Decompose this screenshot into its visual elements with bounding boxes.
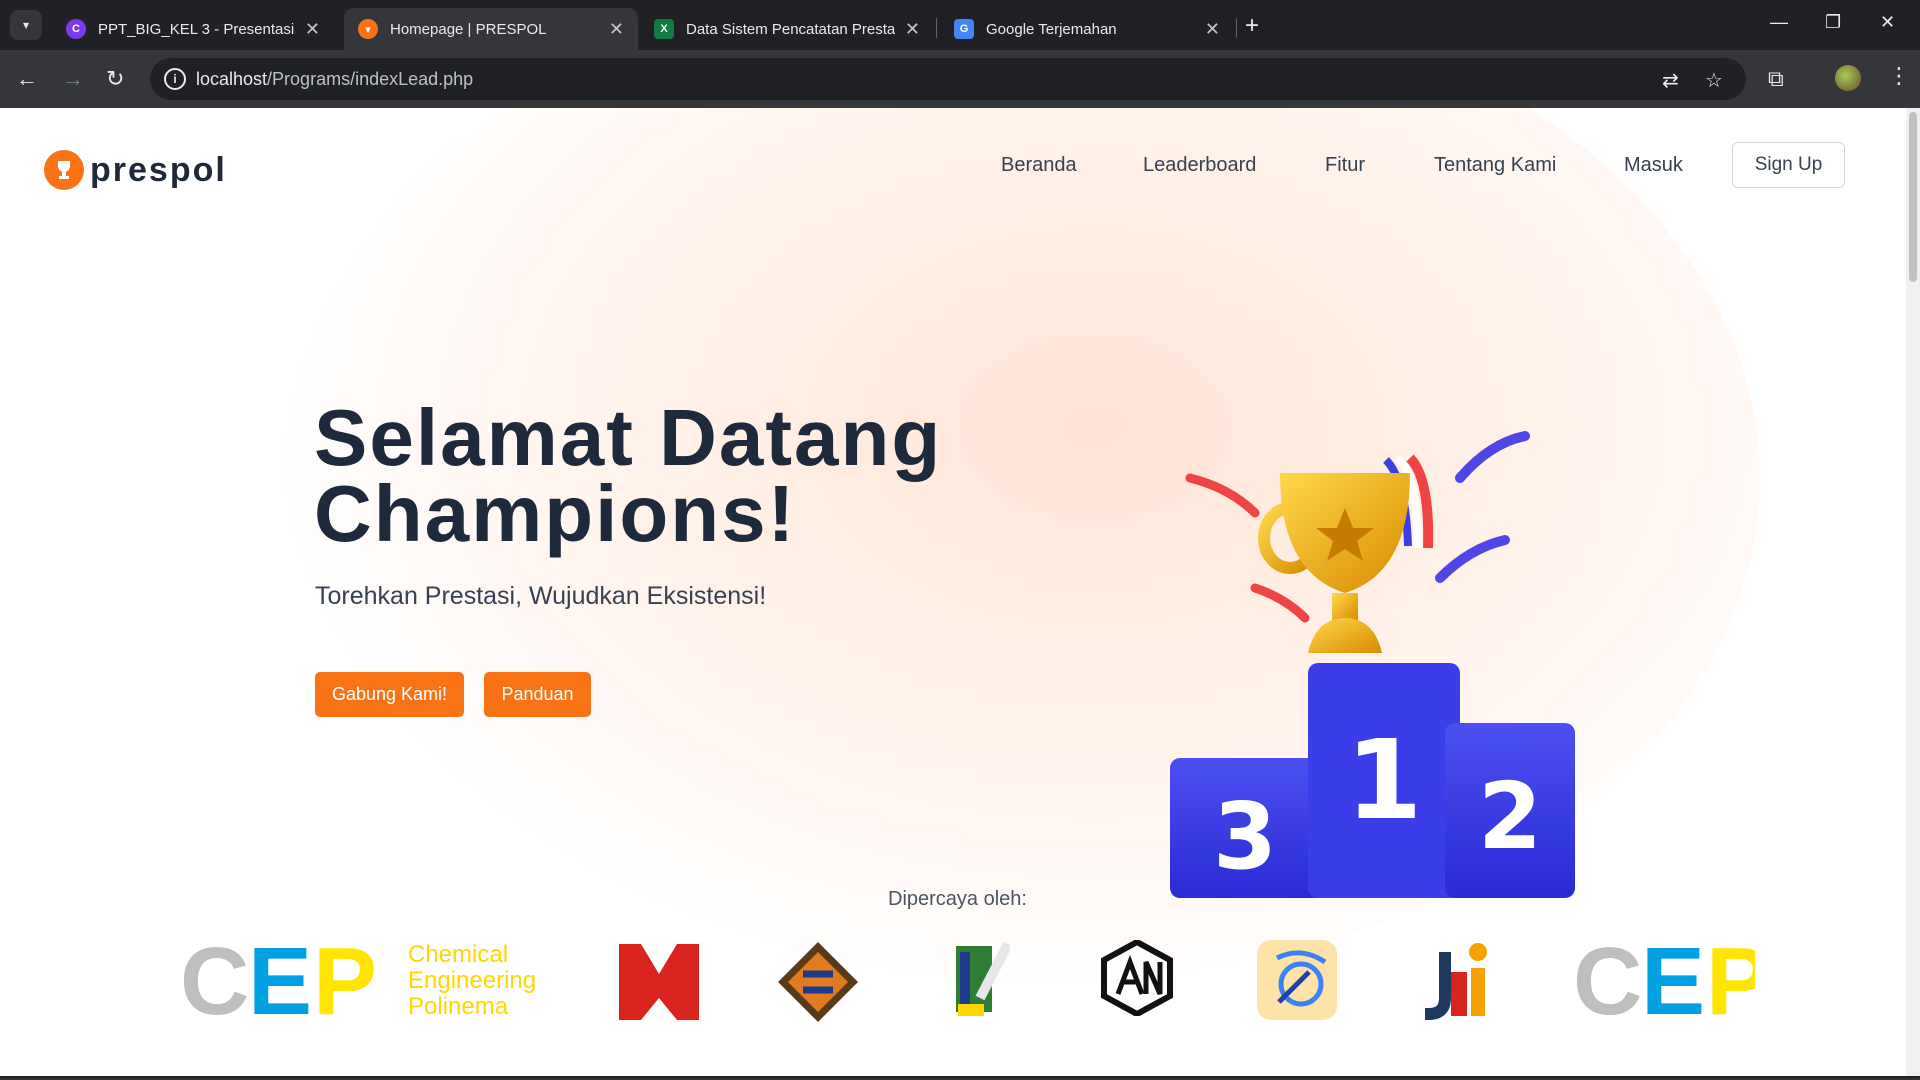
close-icon[interactable]: ✕: [609, 19, 624, 40]
reload-icon[interactable]: ↻: [106, 66, 124, 92]
translate-page-icon[interactable]: ⇄: [1662, 68, 1679, 93]
tab-search-dropdown[interactable]: ▾: [10, 10, 42, 40]
tab-presentation[interactable]: C PPT_BIG_KEL 3 - Presentasi ✕: [52, 8, 334, 50]
close-icon[interactable]: ✕: [1205, 19, 1220, 40]
prespol-trophy-icon: ▾: [358, 19, 378, 39]
address-bar[interactable]: i localhost/Programs/indexLead.php ⇄ ☆: [150, 58, 1746, 100]
nav-fitur[interactable]: Fitur: [1325, 154, 1365, 177]
partner-logos-strip: C E P Chemical Engineering Polinema C E …: [0, 928, 1920, 1038]
pen-logo: [950, 938, 1013, 1023]
bookmark-star-icon[interactable]: ☆: [1705, 68, 1723, 93]
svg-text:Chemical: Chemical: [408, 941, 508, 968]
signal-logo: [1257, 940, 1337, 1025]
trophy-podium-illustration: 3 1 2: [1170, 431, 1575, 898]
svg-text:E: E: [1641, 938, 1705, 1018]
cep-logo: C E P Chemical Engineering Polinema: [180, 928, 540, 1035]
google-translate-icon: G: [954, 19, 974, 39]
canva-icon: C: [66, 19, 86, 39]
forward-icon[interactable]: →: [62, 66, 84, 92]
svg-text:E: E: [248, 938, 312, 1018]
hero-title: Selamat Datang Champions!: [314, 393, 943, 558]
page-viewport: prespol Beranda Leaderboard Fitur Tentan…: [0, 108, 1920, 1076]
tab-translate[interactable]: G Google Terjemahan ✕: [940, 8, 1234, 50]
minimize-icon[interactable]: —: [1770, 12, 1788, 33]
tab-separator: [1236, 18, 1237, 38]
nav-masuk[interactable]: Masuk: [1624, 154, 1683, 177]
tab-excel[interactable]: X Data Sistem Pencatatan Prestasi ✕: [640, 8, 934, 50]
trophy-logo-icon: [44, 150, 84, 190]
browser-tab-bar: ▾ C PPT_BIG_KEL 3 - Presentasi ✕ ▾ Homep…: [0, 0, 1920, 50]
svg-text:P: P: [313, 938, 377, 1018]
profile-avatar[interactable]: [1835, 65, 1861, 91]
svg-text:Polinema: Polinema: [408, 993, 509, 1018]
tab-prespol[interactable]: ▾ Homepage | PRESPOL ✕: [344, 8, 638, 50]
hero-subtitle: Torehkan Prestasi, Wujudkan Eksistensi!: [315, 582, 767, 610]
close-icon[interactable]: ✕: [905, 19, 920, 40]
svg-text:C: C: [180, 938, 249, 1018]
podium-number-1: 1: [1346, 716, 1423, 844]
back-icon[interactable]: ←: [16, 66, 38, 92]
nav-leaderboard[interactable]: Leaderboard: [1143, 154, 1256, 177]
m-logo: [617, 942, 701, 1027]
url-text[interactable]: localhost/Programs/indexLead.php: [196, 69, 473, 90]
guide-button[interactable]: Panduan: [484, 672, 591, 717]
tab-separator: [936, 18, 937, 38]
nav-tentang-kami[interactable]: Tentang Kami: [1434, 154, 1556, 177]
svg-text:Engineering: Engineering: [408, 967, 536, 994]
restore-icon[interactable]: ❐: [1825, 12, 1841, 33]
svg-text:P: P: [1706, 938, 1755, 1018]
scrollbar-thumb[interactable]: [1909, 112, 1917, 282]
extensions-icon[interactable]: ⧉: [1768, 66, 1784, 92]
join-button[interactable]: Gabung Kami!: [315, 672, 464, 717]
menu-kebab-icon[interactable]: ⋮: [1888, 63, 1910, 89]
excel-icon: X: [654, 19, 674, 39]
svg-text:C: C: [1573, 938, 1642, 1018]
nav-beranda[interactable]: Beranda: [1001, 154, 1077, 177]
browser-toolbar: ← → ↻ i localhost/Programs/indexLead.php…: [0, 50, 1920, 108]
new-tab-icon[interactable]: +: [1245, 12, 1259, 40]
close-window-icon[interactable]: ✕: [1880, 12, 1895, 33]
ji-logo: [1415, 938, 1495, 1025]
site-info-icon[interactable]: i: [164, 68, 186, 90]
site-logo[interactable]: prespol: [44, 150, 227, 190]
close-icon[interactable]: ✕: [305, 19, 320, 40]
podium-number-3: 3: [1213, 783, 1277, 890]
podium-number-2: 2: [1478, 763, 1542, 870]
sign-up-button[interactable]: Sign Up: [1732, 142, 1845, 188]
page-scrollbar[interactable]: [1906, 108, 1920, 1076]
diamond-logo: [778, 942, 858, 1027]
an-logo: [1100, 938, 1174, 1021]
trusted-by-label: Dipercaya oleh:: [888, 888, 1027, 910]
cep-logo-repeat: C E P: [1573, 938, 1755, 1018]
